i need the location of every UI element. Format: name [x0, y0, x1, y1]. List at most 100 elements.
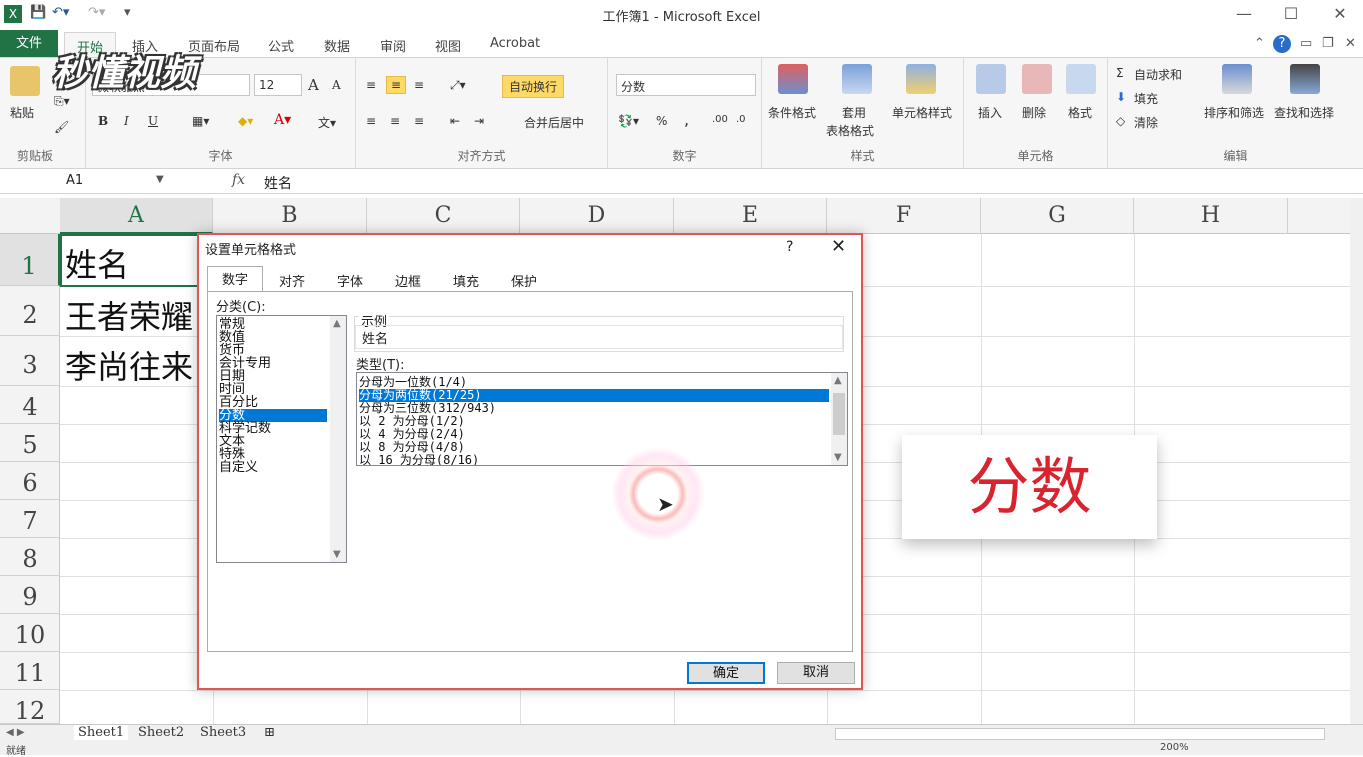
row-header-5[interactable]: 5 — [0, 424, 60, 462]
col-header-h[interactable]: H — [1134, 198, 1288, 234]
minimize-button[interactable]: — — [1224, 4, 1264, 23]
scroll-up-icon[interactable]: ▲ — [834, 375, 842, 386]
maximize-button[interactable]: ☐ — [1271, 4, 1311, 23]
category-list[interactable]: 常规 数值 货币 会计专用 日期 时间 百分比 分数 科学记数 文本 特殊 自定… — [216, 315, 347, 563]
grow-font-button[interactable]: A — [308, 76, 319, 94]
tab-font[interactable]: 字体 — [323, 269, 377, 291]
autosum-button[interactable]: 自动求和 — [1134, 66, 1182, 83]
border-icon[interactable]: ▦▾ — [192, 114, 209, 128]
collapse-ribbon-icon[interactable]: ⌃ — [1254, 36, 1265, 51]
tab-border[interactable]: 边框 — [381, 269, 435, 291]
col-header-f[interactable]: F — [827, 198, 981, 234]
conditional-format-button[interactable]: 条件格式 — [768, 104, 816, 121]
scroll-down-icon[interactable]: ▼ — [333, 549, 341, 560]
find-select-icon[interactable] — [1290, 64, 1320, 94]
sheet-tab-3[interactable]: Sheet3 — [200, 725, 246, 740]
format-as-table-icon[interactable] — [842, 64, 872, 94]
cell-a1[interactable]: 姓名 — [65, 240, 205, 286]
tab-data[interactable]: 数据 — [324, 36, 350, 55]
col-header-b[interactable]: B — [213, 198, 367, 234]
format-as-table-line1[interactable]: 套用 — [842, 104, 866, 121]
tab-fill[interactable]: 填充 — [439, 269, 493, 291]
tab-protection[interactable]: 保护 — [497, 269, 551, 291]
row-header-6[interactable]: 6 — [0, 462, 60, 500]
ribbon-close-icon[interactable]: ✕ — [1345, 36, 1356, 51]
font-size-combo[interactable]: 12 — [254, 74, 302, 96]
dialog-close-button[interactable]: ✕ — [831, 236, 846, 257]
align-top-icon[interactable]: ≡ — [366, 78, 376, 92]
cell-a2[interactable]: 王者荣耀 — [65, 292, 205, 338]
close-button[interactable]: ✕ — [1320, 4, 1360, 23]
col-header-c[interactable]: C — [367, 198, 520, 234]
paste-icon[interactable] — [10, 66, 40, 96]
cell-styles-button[interactable]: 单元格样式 — [892, 104, 952, 121]
row-header-7[interactable]: 7 — [0, 500, 60, 538]
new-sheet-icon[interactable]: ⊞ — [264, 725, 275, 740]
italic-button[interactable]: I — [124, 114, 129, 128]
format-cells-icon[interactable] — [1066, 64, 1096, 94]
fill-color-icon[interactable]: ◆▾ — [238, 114, 253, 128]
cell-styles-icon[interactable] — [906, 64, 936, 94]
conditional-format-icon[interactable] — [778, 64, 808, 94]
copy-icon[interactable]: ⎘▾ — [54, 94, 70, 109]
font-color-icon[interactable]: A▾ — [274, 112, 291, 128]
wrap-text-button[interactable]: 自动换行 — [502, 75, 565, 98]
phonetic-icon[interactable]: 文▾ — [318, 114, 336, 131]
insert-cells-button[interactable]: 插入 — [978, 104, 1002, 121]
cancel-button[interactable]: 取消 — [777, 662, 855, 684]
format-painter-icon[interactable]: 🖌 — [54, 120, 69, 134]
category-item[interactable]: 自定义 — [219, 461, 327, 474]
help-icon[interactable]: ? — [1273, 35, 1291, 53]
scroll-up-icon[interactable]: ▲ — [333, 318, 341, 329]
formula-content[interactable]: 姓名 — [264, 173, 292, 193]
sheet-tab-2[interactable]: Sheet2 — [138, 725, 184, 740]
merge-center-button[interactable]: 合并后居中 — [524, 114, 584, 131]
tab-review[interactable]: 审阅 — [380, 36, 406, 55]
ribbon-restore-icon[interactable]: ❐ — [1322, 36, 1334, 51]
row-header-1[interactable]: 1 — [0, 234, 60, 286]
sheet-tab-1[interactable]: Sheet1 — [74, 725, 129, 740]
format-cells-button[interactable]: 格式 — [1068, 104, 1092, 121]
clear-button[interactable]: 清除 — [1134, 114, 1158, 131]
row-header-3[interactable]: 3 — [0, 336, 60, 386]
ribbon-minimize-icon[interactable]: ▭ — [1300, 36, 1312, 51]
shrink-font-button[interactable]: A — [332, 78, 341, 92]
accounting-format-icon[interactable]: 💱▾ — [618, 114, 639, 128]
tab-formulas[interactable]: 公式 — [268, 36, 294, 55]
dialog-help-button[interactable]: ? — [786, 239, 793, 255]
comma-button[interactable]: , — [684, 110, 689, 129]
row-header-10[interactable]: 10 — [0, 614, 60, 652]
row-header-11[interactable]: 11 — [0, 652, 60, 690]
type-item[interactable]: 以 16 为分母(8/16) — [359, 454, 829, 466]
autosum-icon[interactable]: Σ — [1116, 66, 1124, 80]
orientation-icon[interactable]: ⤢▾ — [450, 78, 466, 93]
bold-button[interactable]: B — [98, 114, 108, 128]
row-header-4[interactable]: 4 — [0, 386, 60, 424]
number-format-combo[interactable]: 分数 — [616, 74, 756, 96]
delete-cells-icon[interactable] — [1022, 64, 1052, 94]
ok-button[interactable]: 确定 — [687, 662, 765, 684]
tab-number[interactable]: 数字 — [207, 266, 263, 292]
align-right-icon[interactable]: ≡ — [414, 114, 424, 128]
tab-file[interactable]: 文件 — [0, 30, 58, 58]
fill-icon[interactable]: ⬇ — [1116, 90, 1126, 104]
align-middle-icon[interactable]: ≡ — [386, 76, 407, 94]
find-select-button[interactable]: 查找和选择 — [1274, 104, 1334, 121]
type-list[interactable]: 分母为一位数(1/4) 分母为两位数(21/25) 分母为三位数(312/943… — [356, 372, 848, 466]
name-box-dropdown-icon[interactable]: ▼ — [156, 174, 164, 185]
tab-alignment[interactable]: 对齐 — [265, 269, 319, 291]
sort-filter-icon[interactable] — [1222, 64, 1252, 94]
increase-decimal-icon[interactable]: .00 — [712, 114, 728, 125]
sort-filter-button[interactable]: 排序和筛选 — [1204, 104, 1264, 121]
align-left-icon[interactable]: ≡ — [366, 114, 376, 128]
row-header-2[interactable]: 2 — [0, 286, 60, 336]
paste-button[interactable]: 粘贴 — [10, 104, 34, 121]
align-bottom-icon[interactable]: ≡ — [414, 78, 424, 92]
percent-button[interactable]: % — [656, 114, 667, 128]
vertical-scrollbar[interactable] — [1350, 198, 1363, 724]
fill-button[interactable]: 填充 — [1134, 90, 1158, 107]
decrease-decimal-icon[interactable]: .0 — [736, 114, 746, 125]
delete-cells-button[interactable]: 删除 — [1022, 104, 1046, 121]
scroll-down-icon[interactable]: ▼ — [834, 452, 842, 463]
row-header-9[interactable]: 9 — [0, 576, 60, 614]
